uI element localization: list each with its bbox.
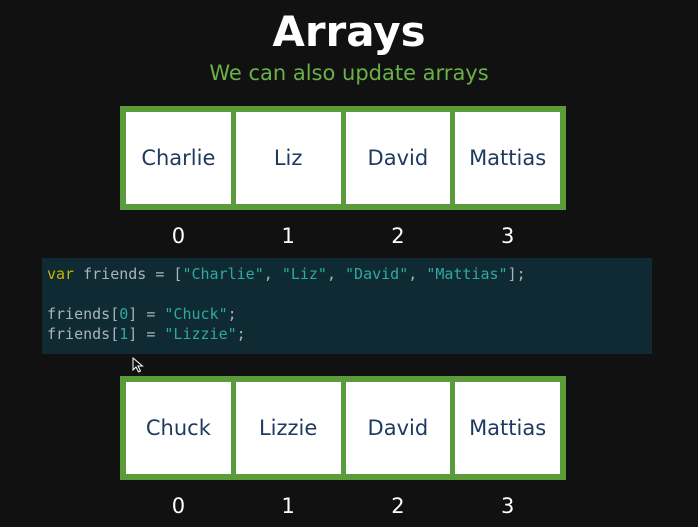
array-before-indices: 0 1 2 3 — [120, 222, 566, 250]
array-before-index-0: 0 — [171, 224, 186, 248]
code-line-assign-0: friends[0] = "Chuck"; — [47, 304, 237, 324]
array-before-cell-0: Charlie — [126, 112, 231, 204]
code-token: ; — [236, 325, 246, 343]
code-string: "Chuck" — [164, 305, 228, 323]
slide-subtitle: We can also update arrays — [209, 61, 489, 85]
code-keyword-var: var — [47, 265, 75, 283]
array-before: Charlie Liz David Mattias — [120, 106, 566, 210]
array-after-index-0: 0 — [171, 494, 186, 518]
array-before-index-3: 3 — [500, 224, 515, 248]
code-token: ] = — [128, 305, 165, 323]
code-token: ; — [227, 305, 237, 323]
code-token: ] = — [128, 325, 165, 343]
code-string: "Mattias" — [426, 265, 508, 283]
array-after-cell-2: David — [345, 382, 451, 474]
code-number: 0 — [119, 305, 129, 323]
array-before-cell-2: David — [345, 112, 451, 204]
code-token: , — [263, 265, 282, 283]
array-after-cell-3: Mattias — [455, 382, 560, 474]
array-after-index-3: 3 — [500, 494, 515, 518]
array-after-indices: 0 1 2 3 — [120, 492, 566, 520]
array-before-cell-3: Mattias — [455, 112, 560, 204]
arrow-cursor-icon — [132, 357, 144, 373]
code-token: friends[ — [47, 325, 120, 343]
code-token: ]; — [507, 265, 526, 283]
code-string: "Liz" — [281, 265, 327, 283]
code-panel: var friends = ["Charlie", "Liz", "David"… — [42, 258, 652, 354]
slide-title: Arrays — [272, 7, 426, 56]
code-string: "Charlie" — [182, 265, 264, 283]
array-after-cell-0: Chuck — [126, 382, 231, 474]
code-string: "David" — [345, 265, 409, 283]
array-after-index-1: 1 — [281, 494, 295, 518]
array-before-index-1: 1 — [281, 224, 295, 248]
code-string: "Lizzie" — [164, 325, 237, 343]
array-after-index-2: 2 — [391, 494, 405, 518]
array-before-cell-1: Liz — [235, 112, 341, 204]
code-token: friends = [ — [74, 265, 183, 283]
array-after-cell-1: Lizzie — [235, 382, 341, 474]
code-token: , — [326, 265, 346, 283]
array-before-index-2: 2 — [391, 224, 405, 248]
code-line-declaration: var friends = ["Charlie", "Liz", "David"… — [47, 264, 526, 284]
code-line-assign-1: friends[1] = "Lizzie"; — [47, 324, 246, 344]
code-number: 1 — [119, 325, 129, 343]
array-after: Chuck Lizzie David Mattias — [120, 376, 566, 480]
code-token: , — [408, 265, 427, 283]
code-token: friends[ — [47, 305, 120, 323]
